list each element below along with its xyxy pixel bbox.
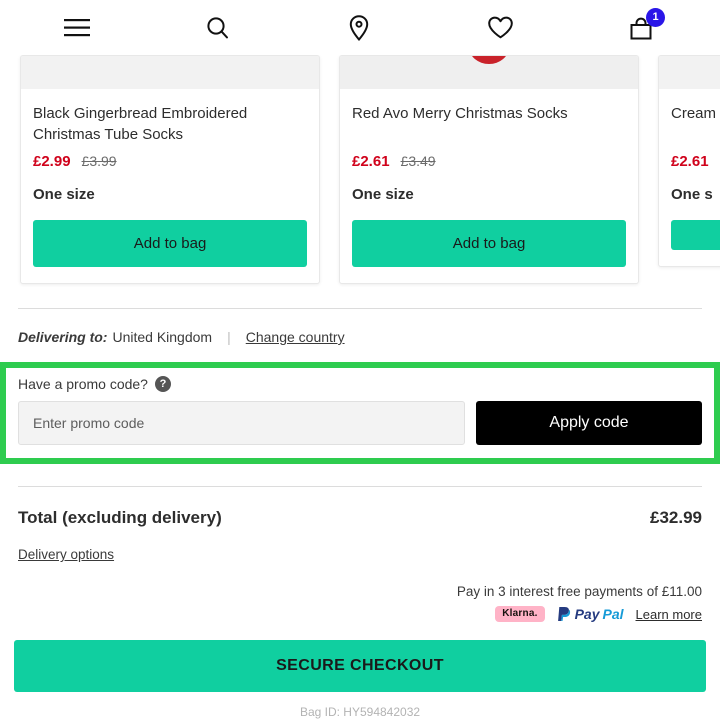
checkout-section: SECURE CHECKOUT Bag ID: HY594842032 bbox=[0, 622, 720, 719]
product-size: One s bbox=[671, 186, 713, 203]
total-label: Total (excluding delivery) bbox=[18, 508, 222, 527]
delivery-options-link[interactable]: Delivery options bbox=[18, 547, 114, 562]
location-pin-icon[interactable] bbox=[342, 11, 376, 45]
product-title: Cream bbox=[671, 105, 717, 122]
product-image bbox=[21, 56, 319, 89]
product-image bbox=[659, 56, 720, 89]
paypal-pal-text: Pal bbox=[602, 606, 624, 622]
heart-icon[interactable] bbox=[483, 11, 517, 45]
promo-input-row: Apply code bbox=[18, 401, 702, 445]
klarna-logo: Klarna. bbox=[495, 606, 545, 622]
bag-id-text: Bag ID: HY594842032 bbox=[299, 705, 421, 719]
delivering-to-country: United Kingdom bbox=[112, 329, 213, 345]
search-icon[interactable] bbox=[201, 11, 235, 45]
product-price-row: £2.61 £3.49 bbox=[352, 153, 626, 170]
promo-label-row: Have a promo code? ? bbox=[18, 376, 702, 392]
product-price-current: £2.61 bbox=[352, 153, 390, 170]
product-card-body: Black Gingerbread Embroidered Christmas … bbox=[21, 89, 319, 283]
change-country-link[interactable]: Change country bbox=[246, 329, 345, 345]
product-price-current: £2.61 bbox=[671, 153, 709, 170]
product-size: One size bbox=[33, 186, 95, 203]
help-icon[interactable]: ? bbox=[154, 376, 171, 392]
order-total-row: Total (excluding delivery) £32.99 bbox=[0, 487, 720, 528]
pay-later-brands: Klarna. Pay Pal Learn more bbox=[0, 606, 702, 622]
paypal-pay-text: Pay bbox=[574, 606, 600, 622]
product-price-original: £3.99 bbox=[81, 153, 117, 169]
recommended-products-carousel[interactable]: Black Gingerbread Embroidered Christmas … bbox=[0, 55, 720, 287]
hamburger-menu-icon[interactable] bbox=[60, 11, 94, 45]
add-to-bag-button[interactable]: Add to bag bbox=[352, 220, 626, 267]
promo-code-input[interactable] bbox=[18, 401, 465, 445]
bag-count-badge: 1 bbox=[646, 7, 665, 27]
learn-more-link[interactable]: Learn more bbox=[636, 607, 702, 622]
product-card[interactable]: Red Avo Merry Christmas Socks £2.61 £3.4… bbox=[339, 55, 639, 284]
promo-code-label: Have a promo code? bbox=[18, 376, 148, 392]
product-card-body: Red Avo Merry Christmas Socks £2.61 £3.4… bbox=[340, 89, 638, 283]
add-to-bag-button[interactable] bbox=[671, 220, 720, 250]
product-title: Black Gingerbread Embroidered Christmas … bbox=[33, 105, 248, 143]
product-size: One size bbox=[352, 186, 414, 203]
pay-later-text: Pay in 3 interest free payments of £11.0… bbox=[456, 584, 702, 599]
carousel-track: Black Gingerbread Embroidered Christmas … bbox=[0, 55, 720, 284]
paypal-logo: Pay Pal bbox=[557, 606, 624, 622]
product-price-row: £2.99 £3.99 bbox=[33, 153, 307, 170]
add-to-bag-button[interactable]: Add to bag bbox=[33, 220, 307, 267]
product-title: Red Avo Merry Christmas Socks bbox=[352, 105, 568, 122]
product-price-row: £2.61 bbox=[671, 153, 720, 170]
promo-code-section: Have a promo code? ? Apply code bbox=[0, 362, 720, 464]
product-price-current: £2.99 bbox=[33, 153, 71, 170]
total-value: £32.99 bbox=[650, 508, 702, 527]
shopping-bag-icon[interactable]: 1 bbox=[624, 7, 665, 45]
separator: | bbox=[227, 329, 231, 345]
secure-checkout-button[interactable]: SECURE CHECKOUT bbox=[14, 640, 706, 692]
paypal-mark-icon bbox=[557, 607, 570, 621]
pay-later-section: Pay in 3 interest free payments of £11.0… bbox=[0, 562, 720, 622]
product-image bbox=[340, 56, 638, 89]
apply-code-button[interactable]: Apply code bbox=[476, 401, 702, 445]
delivering-to-label: Delivering to: bbox=[18, 329, 108, 345]
delivery-options-row: Delivery options bbox=[0, 528, 720, 562]
site-header: 1 bbox=[0, 0, 720, 55]
product-card-body: Cream £2.61 One s bbox=[659, 89, 720, 266]
product-price-original: £3.49 bbox=[400, 153, 436, 169]
delivering-to-row: Delivering to: United Kingdom | Change c… bbox=[0, 309, 720, 345]
product-card[interactable]: Black Gingerbread Embroidered Christmas … bbox=[20, 55, 320, 284]
product-card[interactable]: Cream £2.61 One s bbox=[658, 55, 720, 267]
